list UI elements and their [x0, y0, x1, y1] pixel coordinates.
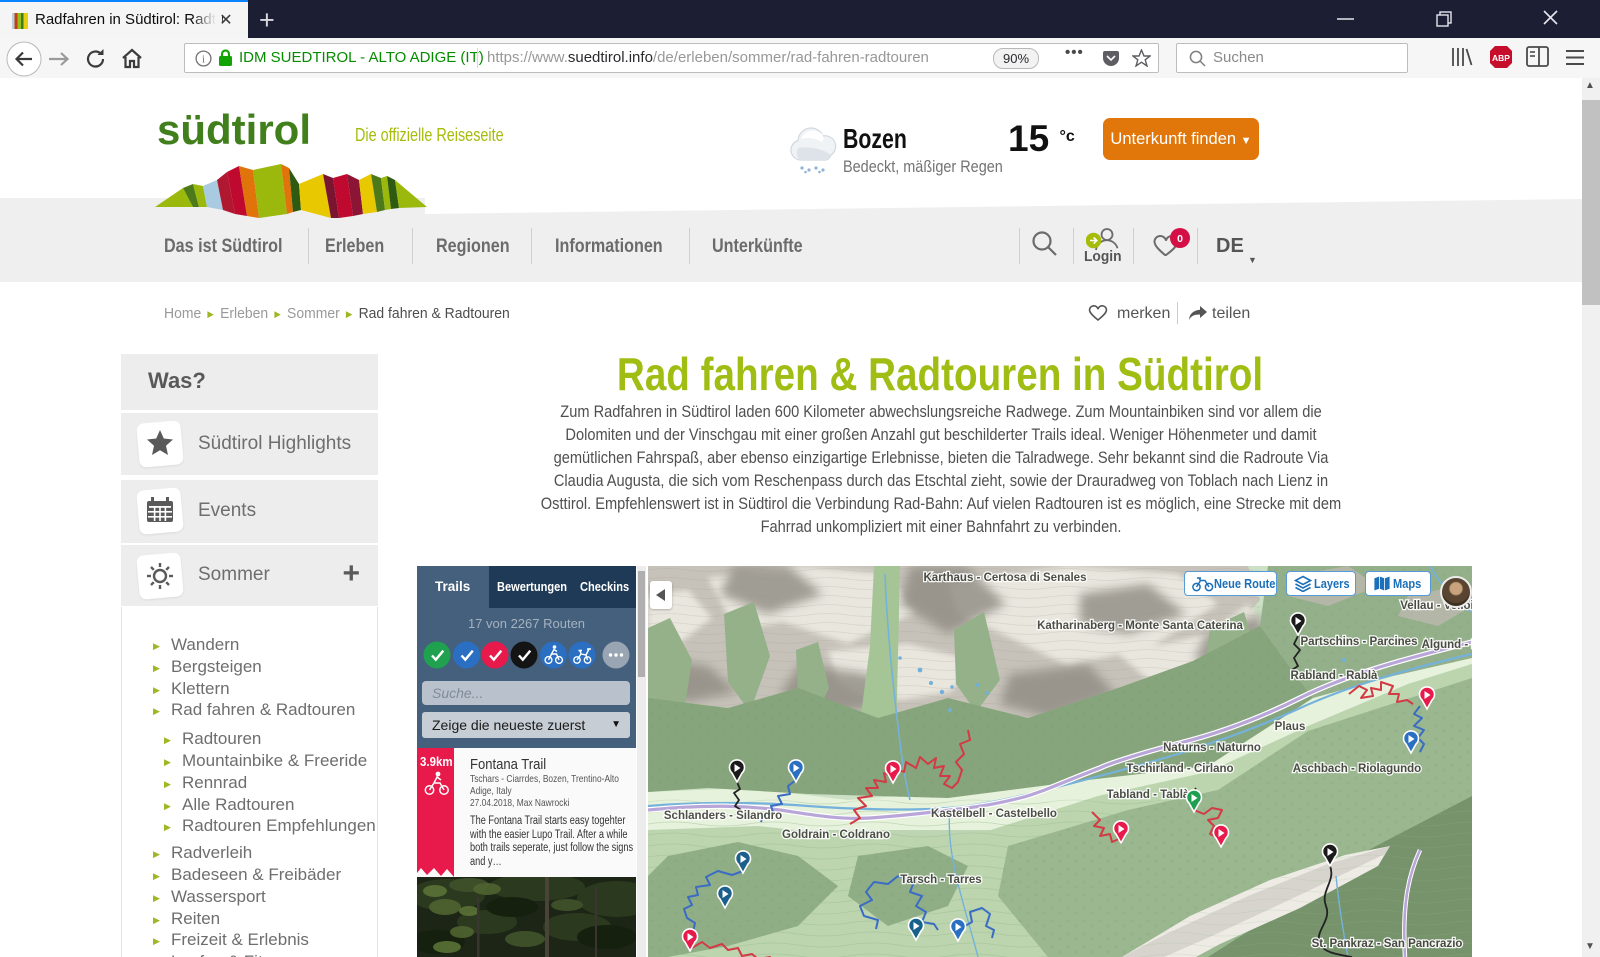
- svg-text:Schlanders - Silandro: Schlanders - Silandro: [664, 810, 782, 822]
- svg-text:Tabland - Tablà: Tabland - Tablà: [1107, 789, 1190, 801]
- svg-text:i: i: [202, 54, 205, 66]
- svg-text:Tarsch - Tarres: Tarsch - Tarres: [900, 874, 981, 886]
- svg-text:Plaus: Plaus: [1275, 721, 1306, 733]
- svg-text:Aschbach - Riolagundo: Aschbach - Riolagundo: [1293, 763, 1421, 775]
- svg-text:Karthaus - Certosa di Senales: Karthaus - Certosa di Senales: [924, 572, 1087, 584]
- svg-text:Algund - L: Algund - L: [1422, 639, 1472, 651]
- svg-text:Kastelbell - Castelbello: Kastelbell - Castelbello: [931, 808, 1057, 820]
- svg-text:Partschins - Parcines: Partschins - Parcines: [1301, 636, 1418, 648]
- svg-text:Rabland - Rablà: Rabland - Rablà: [1291, 670, 1379, 682]
- svg-text:Naturns - Naturno: Naturns - Naturno: [1163, 742, 1261, 754]
- svg-text:Tschirland - Cirlano: Tschirland - Cirlano: [1126, 763, 1233, 775]
- svg-text:St. Pankraz - San Pancrazio: St. Pankraz - San Pancrazio: [1312, 938, 1463, 950]
- svg-text:ABP: ABP: [1492, 53, 1510, 63]
- svg-text:Goldrain - Coldrano: Goldrain - Coldrano: [782, 829, 890, 841]
- svg-text:0: 0: [1177, 233, 1183, 245]
- svg-text:Katharinaberg - Monte Santa Ca: Katharinaberg - Monte Santa Caterina: [1037, 620, 1243, 632]
